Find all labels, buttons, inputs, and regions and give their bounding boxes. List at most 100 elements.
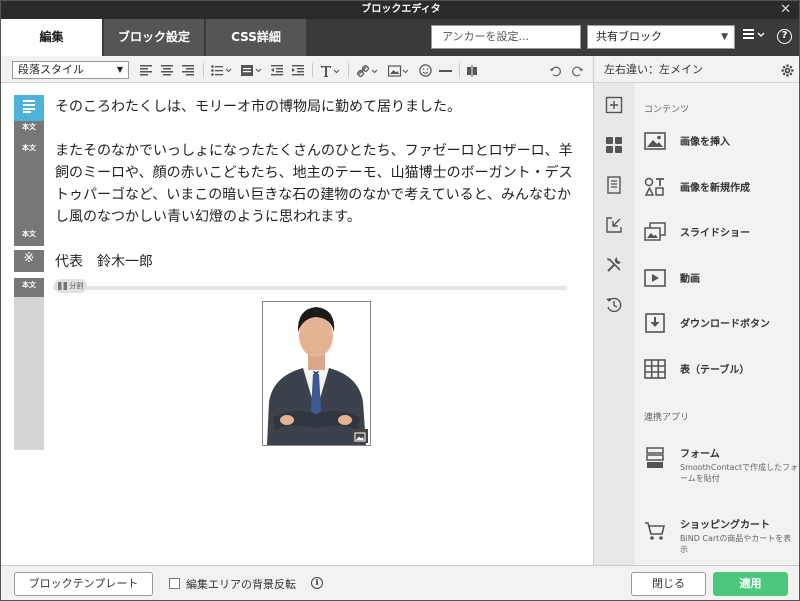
image-settings-icon[interactable] (352, 429, 368, 443)
sidebar-header: 左右違い：左メイン (594, 56, 799, 83)
import-icon[interactable] (605, 216, 623, 234)
tools-icon[interactable] (605, 256, 623, 274)
content-list: コンテンツ 画像を挿入 画像を新規作成 スライドショー 動画 ダウンロードボタン (634, 83, 799, 565)
split-label: 分割 (69, 282, 84, 290)
split-divider-line (53, 286, 567, 290)
tab-block-settings[interactable]: ブロック設定 (104, 19, 204, 56)
split-divider-tag[interactable]: 分割 (54, 279, 88, 293)
toolbar-divider (312, 63, 313, 77)
split-icon (58, 282, 67, 290)
text-style-icon[interactable] (319, 61, 343, 79)
insert-image-icon[interactable] (386, 61, 412, 79)
align-right-icon[interactable] (180, 61, 196, 79)
list-menu-button[interactable] (743, 27, 769, 47)
sidebar-item-table[interactable]: 表（テーブル） (642, 354, 798, 384)
invert-background-checkbox[interactable] (169, 578, 180, 589)
document-icon[interactable] (605, 176, 623, 194)
undo-icon[interactable] (547, 61, 563, 79)
layout-name: 左右違い：左メイン (604, 63, 703, 76)
portrait-photo[interactable] (262, 301, 371, 446)
paragraph-text[interactable]: そのころわたくしは、モリーオ市の博物局に勤めて居りました。 (55, 96, 585, 118)
close-button[interactable]: 閉じる (631, 572, 706, 596)
paragraph-style-value: 段落スタイル (18, 63, 84, 76)
slideshow-icon (644, 222, 666, 242)
sidebar-item-shopping-cart[interactable]: ショッピングカート BiND Cartの商品やカートを表示 (642, 512, 798, 556)
form-icon (644, 447, 666, 468)
sidebar-item-label: 表（テーブル） (680, 365, 750, 376)
sidebar-item-label: ダウンロードボタン (680, 319, 770, 330)
paragraph-style-select[interactable]: 段落スタイル ▼ (12, 61, 129, 79)
align-left-icon[interactable] (138, 61, 154, 79)
video-icon (644, 268, 666, 288)
add-block-icon[interactable] (605, 96, 623, 114)
image-icon (644, 131, 666, 151)
tab-edit[interactable]: 編集 (1, 19, 102, 56)
sidebar-item-download-button[interactable]: ダウンロードボタン (642, 308, 798, 338)
sidebar-icon-rail (594, 83, 634, 565)
toolbar-divider (203, 63, 204, 77)
editing-area[interactable]: 本文 本文 本文 そのころわたくしは、モリーオ市の博物局に勤めて居りました。 ま… (1, 83, 593, 565)
sidebar-item-insert-image[interactable]: 画像を挿入 (642, 126, 798, 156)
content-sidebar: 左右違い：左メイン コンテンツ 画像を挿入 画像を新規作成 スライドショー 動画… (593, 56, 799, 565)
gutter-label: 本文 (22, 144, 36, 152)
reference-gutter[interactable]: ※ (14, 250, 44, 272)
emoji-icon[interactable] (416, 61, 434, 79)
close-icon[interactable]: ✕ (780, 1, 791, 19)
sidebar-item-slideshow[interactable]: スライドショー (642, 217, 798, 247)
tab-css-details[interactable]: CSS詳細 (206, 19, 306, 56)
block-handle[interactable] (14, 95, 44, 121)
horizontal-rule-icon[interactable] (437, 61, 453, 79)
footer-bar: ブロックテンプレート 編集エリアの背景反転 i 閉じる 適用 (1, 565, 799, 600)
sidebar-item-label: ショッピングカート (680, 520, 770, 531)
paragraph-gutter[interactable]: 本文 本文 本文 (14, 95, 44, 246)
block-format-icon[interactable] (239, 61, 265, 79)
title-bar: ブロックエディタ ✕ (1, 1, 799, 19)
link-icon[interactable] (355, 61, 381, 79)
apply-button[interactable]: 適用 (713, 572, 788, 596)
bullet-list-icon[interactable] (209, 61, 235, 79)
invert-background-label: 編集エリアの背景反転 (186, 578, 296, 591)
sidebar-item-create-image[interactable]: 画像を新規作成 (642, 172, 798, 202)
section-label: 連携アプリ (644, 413, 690, 423)
outdent-icon[interactable] (269, 61, 285, 79)
help-icon[interactable]: ? (777, 29, 792, 44)
toolbar-divider (459, 63, 460, 77)
info-icon[interactable]: i (311, 577, 323, 589)
sidebar-item-description: BiND Cartの商品やカートを表示 (680, 534, 792, 554)
window-title: ブロックエディタ (361, 4, 441, 15)
block-editor-window: ブロックエディタ ✕ 編集 ブロック設定 CSS詳細 アンカーを設定... 共有… (0, 0, 800, 601)
paragraph-text[interactable]: またそのなかでいっしょになったたくさんのひとたち、ファゼーロとロザーロ、羊飼のミ… (55, 140, 585, 228)
sidebar-item-label: 画像を新規作成 (680, 183, 750, 194)
sidebar-item-label: フォーム (680, 449, 720, 460)
gear-icon[interactable] (781, 56, 794, 83)
align-center-icon[interactable] (159, 61, 175, 79)
portrait-image (263, 302, 370, 445)
table-icon (644, 359, 666, 379)
indent-icon[interactable] (290, 61, 306, 79)
sidebar-item-label: 画像を挿入 (680, 137, 730, 148)
block-template-button[interactable]: ブロックテンプレート (14, 572, 153, 596)
chevron-down-icon: ▼ (721, 32, 728, 42)
sidebar-item-form[interactable]: フォーム SmoothContactで作成したフォームを貼付 (642, 441, 798, 485)
sidebar-item-description: SmoothContactで作成したフォームを貼付 (680, 463, 798, 483)
paragraph-block-icon (23, 100, 35, 113)
gutter-label: 本文 (22, 281, 36, 289)
parts-grid-icon[interactable] (605, 136, 623, 154)
shared-block-select[interactable]: 共有ブロック ▼ (587, 25, 735, 49)
media-gutter[interactable]: 本文 (14, 278, 44, 450)
toolbar-divider (348, 63, 349, 77)
gutter-label: 本文 (22, 123, 36, 131)
section-label: コンテンツ (644, 105, 690, 115)
sidebar-item-label: スライドショー (680, 228, 750, 239)
column-split-icon[interactable] (464, 61, 480, 79)
cart-icon (644, 520, 666, 540)
chevron-down-icon: ▼ (116, 65, 123, 74)
anchor-input[interactable]: アンカーを設定... (431, 25, 581, 49)
representative-name[interactable]: 代表 鈴木一郎 (55, 251, 585, 273)
shared-block-value: 共有ブロック (596, 30, 662, 43)
history-icon[interactable] (605, 296, 623, 314)
redo-icon[interactable] (569, 61, 585, 79)
list-icon (743, 29, 765, 39)
editor-toolbar: 段落スタイル ▼ (1, 56, 593, 83)
sidebar-item-video[interactable]: 動画 (642, 263, 798, 293)
